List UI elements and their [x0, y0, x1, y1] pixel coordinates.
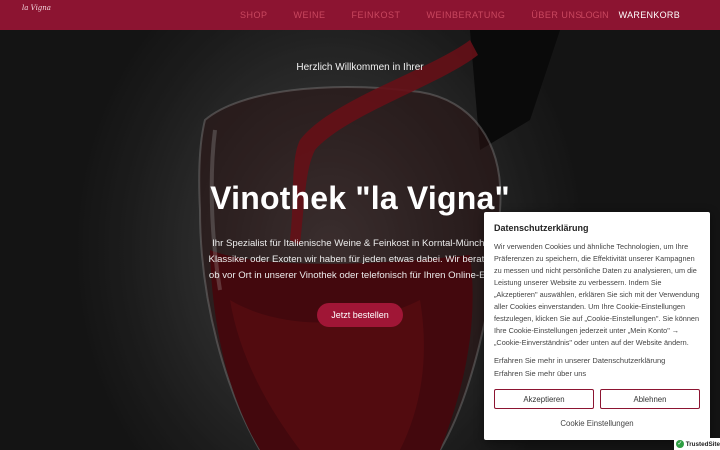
accept-cookies-button[interactable]: Akzeptieren [494, 389, 594, 409]
cookie-dialog-text: Wir verwenden Cookies und ähnliche Techn… [494, 242, 700, 347]
logo-text: la Vigna [22, 4, 51, 12]
welcome-text: Herzlich Willkommen in Ihrer [296, 62, 424, 73]
nav-item-feinkost[interactable]: Feinkost [352, 10, 401, 20]
trustedsite-badge[interactable]: ✓ TrustedSite [674, 438, 720, 450]
privacy-policy-link[interactable]: Erfahren Sie mehr in unserer Datenschutz… [494, 356, 665, 365]
site-header: la Vigna Shop Weine Feinkost Weinberatun… [0, 0, 720, 30]
order-now-button[interactable]: Jetzt bestellen [317, 303, 403, 327]
nav-item-shop[interactable]: Shop [240, 10, 268, 20]
nav-item-ueber-uns[interactable]: Über uns [531, 10, 582, 20]
site-logo[interactable]: la Vigna [22, 4, 52, 26]
trustedsite-label: TrustedSite [685, 440, 720, 448]
main-nav: Shop Weine Feinkost Weinberatung Über un… [240, 0, 582, 30]
check-icon: ✓ [676, 440, 684, 448]
nav-item-weinberatung[interactable]: Weinberatung [427, 10, 506, 20]
nav-item-weine[interactable]: Weine [294, 10, 326, 20]
cookie-dialog: Datenschutzerklärung Wir verwenden Cooki… [484, 212, 710, 440]
cart-link[interactable]: WARENKORB [619, 10, 680, 20]
decline-cookies-button[interactable]: Ablehnen [600, 389, 700, 409]
cookie-dialog-title: Datenschutzerklärung [494, 223, 589, 233]
cookie-settings-link[interactable]: Cookie Einstellungen [484, 419, 710, 428]
header-actions: Login WARENKORB [581, 0, 680, 30]
login-link[interactable]: Login [581, 10, 609, 20]
about-us-link[interactable]: Erfahren Sie mehr über uns [494, 369, 586, 378]
